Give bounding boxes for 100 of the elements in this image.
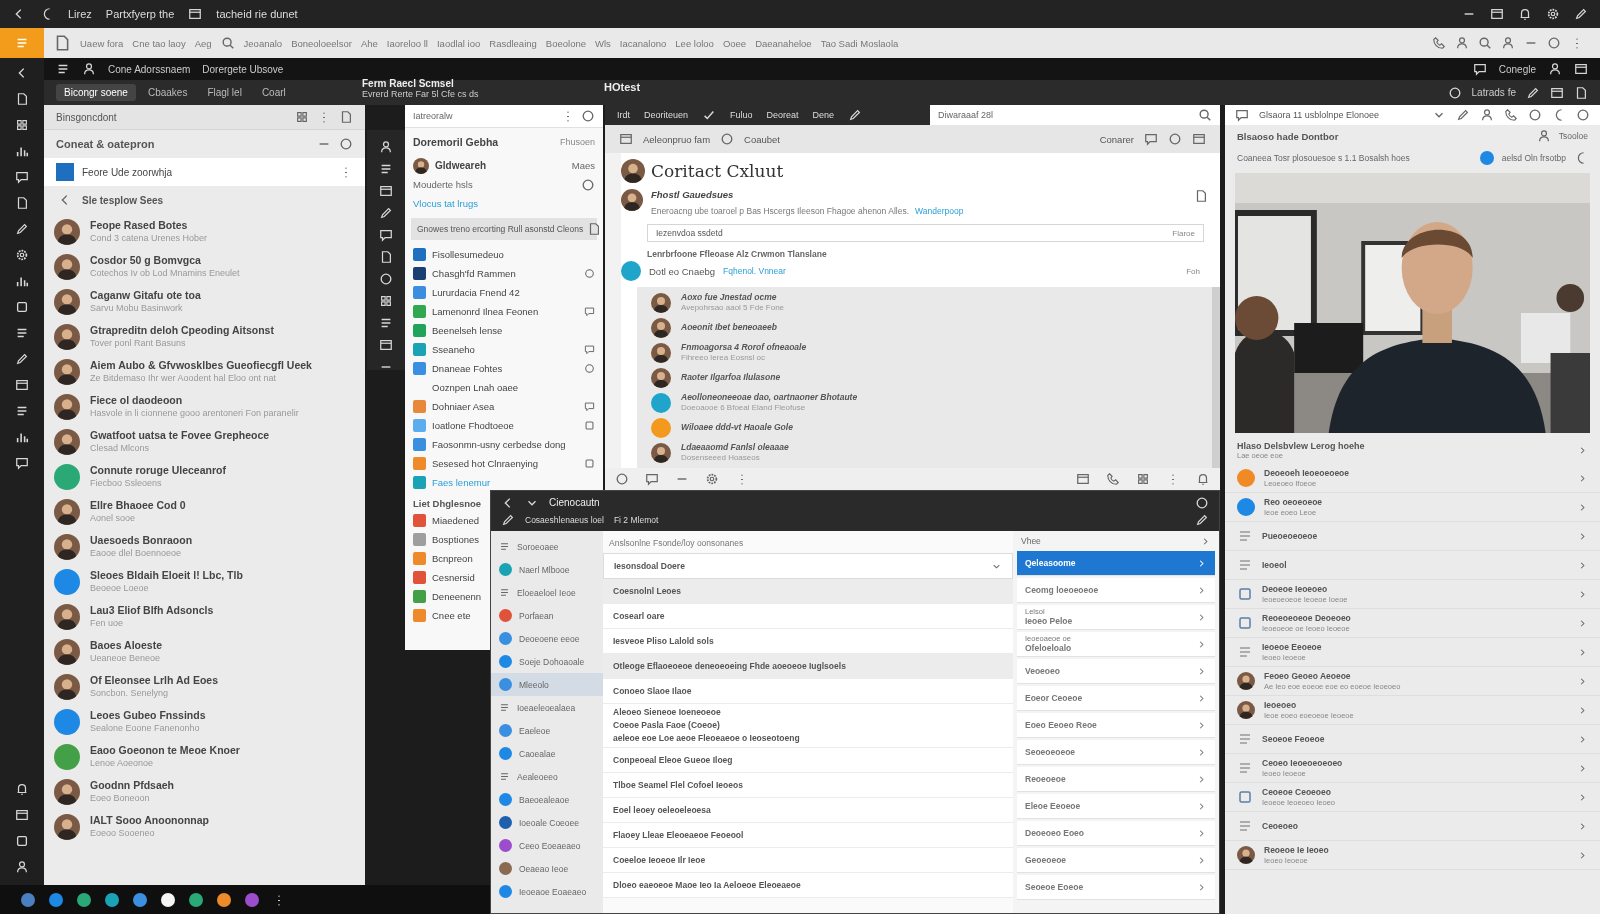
- chat-icon[interactable]: [15, 170, 29, 184]
- settings-row[interactable]: Coesnolnl Leoes: [603, 579, 1013, 604]
- sidebar-item[interactable]: Porfaean: [491, 604, 603, 627]
- bell-icon[interactable]: [1196, 472, 1210, 486]
- settings-row[interactable]: Coeeloe Ieoeoe Ilr Ieoe: [603, 848, 1013, 873]
- contact-name[interactable]: Ellre Bhaoee Cod 0: [90, 499, 186, 512]
- window-icon[interactable]: [15, 808, 29, 822]
- sidebar-item[interactable]: Aealeoeeo: [491, 765, 603, 788]
- settings-icon[interactable]: [705, 472, 719, 486]
- window-icon[interactable]: [188, 7, 203, 21]
- tab[interactable]: Flagl lel: [199, 84, 250, 101]
- search-icon[interactable]: [1478, 36, 1492, 50]
- circle-icon[interactable]: [581, 177, 595, 192]
- contact-name[interactable]: Goodnn Pfdsaeh: [90, 779, 174, 792]
- settings-row[interactable]: Conoeo Slaoe Ilaoe: [603, 679, 1013, 704]
- menu-item[interactable]: Deoeoeo Eoeo: [1017, 821, 1215, 846]
- person-icon[interactable]: [1480, 108, 1494, 122]
- tab[interactable]: Bicongr soene: [56, 84, 136, 101]
- list-item[interactable]: Lururdacia Fnend 42: [432, 287, 520, 298]
- contact-name[interactable]: Of Eleonsee Lrlh Ad Eoes: [90, 674, 218, 687]
- phone-icon[interactable]: [1106, 472, 1120, 486]
- pencil-icon[interactable]: [1456, 108, 1470, 122]
- taskbar-app-icon[interactable]: [160, 891, 176, 908]
- contact-name[interactable]: Feope Rased Botes: [90, 219, 208, 232]
- window-icon[interactable]: [379, 184, 393, 198]
- menu-item[interactable]: Eoeo Eeoeo Reoe: [1017, 713, 1215, 738]
- menu-item[interactable]: Reoeoeoe: [1017, 767, 1215, 792]
- list-item-title[interactable]: Reo oeoeoeoe: [1264, 496, 1323, 508]
- chat-icon[interactable]: [1472, 62, 1487, 76]
- toolbar-item[interactable]: Coaubet: [744, 133, 780, 145]
- list-icon[interactable]: [379, 316, 393, 330]
- list-item-title[interactable]: Pueoeoeoeoe: [1262, 530, 1318, 542]
- document-icon[interactable]: [379, 250, 393, 264]
- contact-name[interactable]: IALT Sooo Anoononnap: [90, 814, 209, 827]
- list-icon[interactable]: [15, 404, 29, 418]
- sidebar-item[interactable]: Ieoeaoe Eoaeaeo: [491, 880, 603, 903]
- list-item[interactable]: Miaedened: [432, 515, 479, 526]
- nav-link[interactable]: Cone Adorssnaem: [108, 63, 191, 75]
- circle-icon[interactable]: [720, 132, 735, 146]
- document-icon[interactable]: [1574, 85, 1588, 100]
- list-item[interactable]: Chasgh'fd Rammen: [432, 268, 516, 279]
- toolbar-item[interactable]: Boeolone: [545, 37, 586, 49]
- contact-name[interactable]: Cosdor 50 g Bomvgca: [90, 254, 240, 267]
- toolbar-item[interactable]: Deoreat: [766, 110, 799, 120]
- grid-icon[interactable]: [1136, 472, 1150, 486]
- toolbar-item[interactable]: Aeleonpruo fam: [643, 133, 711, 145]
- person-icon[interactable]: [15, 860, 29, 874]
- phone-icon[interactable]: [1432, 36, 1446, 50]
- square-icon[interactable]: [15, 834, 29, 848]
- sidebar-item[interactable]: Baeoealeaoe: [491, 788, 603, 811]
- circle-icon[interactable]: [615, 472, 629, 486]
- window-icon[interactable]: [1550, 85, 1564, 100]
- person-icon[interactable]: [82, 62, 96, 76]
- contact-name[interactable]: Gtrapreditn deloh Cpeoding Aitsonst: [90, 324, 274, 337]
- list-icon[interactable]: [56, 62, 70, 76]
- contact-name[interactable]: Leoes Gubeo Fnssinds: [90, 709, 206, 722]
- header-field[interactable]: Iatreoralw: [413, 111, 453, 121]
- grid-icon[interactable]: [379, 294, 393, 308]
- toolbar-item[interactable]: Ahe: [360, 37, 378, 49]
- chat-icon[interactable]: [15, 456, 29, 470]
- toolbar-item[interactable]: Aeg: [194, 37, 212, 49]
- toolbar-item[interactable]: Iaodlal ioo: [437, 37, 481, 49]
- search-field[interactable]: Feore Ude zoorwhja: [44, 158, 365, 186]
- person-icon[interactable]: [1548, 62, 1562, 76]
- taskbar-app-icon[interactable]: [188, 891, 204, 908]
- list-item[interactable]: Bcnpreon: [432, 553, 473, 564]
- list-item-title[interactable]: Reoeoeoeoe Deoeoeo: [1262, 612, 1351, 624]
- toolbar-item[interactable]: Cne tao laoy: [132, 37, 186, 49]
- circle-icon[interactable]: [1576, 108, 1590, 122]
- sidebar-item[interactable]: Eaeleoe: [491, 719, 603, 742]
- pencil-icon[interactable]: [848, 108, 863, 122]
- window-title-text[interactable]: tacheid rie dunet: [216, 8, 298, 20]
- sidebar-item[interactable]: Ioeoale Coeoee: [491, 811, 603, 834]
- toolbar-item[interactable]: Irdt: [617, 110, 630, 120]
- menu-item[interactable]: Seoeoe Eoeoe: [1017, 875, 1215, 900]
- list-item[interactable]: Ioatlone Fhodtoeoe: [432, 420, 514, 431]
- circle-icon[interactable]: [1168, 132, 1182, 146]
- list-item-title[interactable]: Ieoeol: [1262, 559, 1287, 571]
- list-item[interactable]: Ooznpen Lnah oaee: [432, 382, 519, 393]
- list-item[interactable]: Dohniaer Asea: [432, 401, 495, 412]
- taskbar-app-icon[interactable]: [104, 891, 120, 908]
- document-icon[interactable]: [15, 196, 29, 210]
- settings-row[interactable]: Cosearl oare: [603, 604, 1013, 629]
- contact-name[interactable]: Uaesoeds Bonraoon: [90, 534, 193, 547]
- taskbar-app-icon[interactable]: [216, 891, 232, 908]
- circle-icon[interactable]: [581, 109, 595, 123]
- toolbar-item[interactable]: Iacanalono: [619, 37, 667, 49]
- grid-icon[interactable]: [15, 118, 29, 132]
- settings-row[interactable]: Dloeo eaeoeoe Maoe Ieo Ia Aeloeoe Eleoeaeoe: [603, 873, 1013, 898]
- nav-link[interactable]: Conegle: [1498, 63, 1536, 75]
- taskbar-app-icon[interactable]: [76, 891, 92, 908]
- sidebar-item[interactable]: Ioeaeleoealaea: [491, 696, 603, 719]
- document-icon[interactable]: [1194, 189, 1208, 203]
- list-item[interactable]: Bosptiones: [432, 534, 479, 545]
- list-item[interactable]: Lamenonrd Ilnea Feonen: [432, 306, 539, 317]
- search-field[interactable]: Diwaraaaf 28l: [930, 105, 1220, 125]
- pencil-icon[interactable]: [501, 512, 515, 527]
- contact-name[interactable]: Caganw Gitafu ote toa: [90, 289, 201, 302]
- pencil-icon[interactable]: [1526, 85, 1540, 100]
- window-title-text[interactable]: Partxfyerp the: [105, 8, 175, 20]
